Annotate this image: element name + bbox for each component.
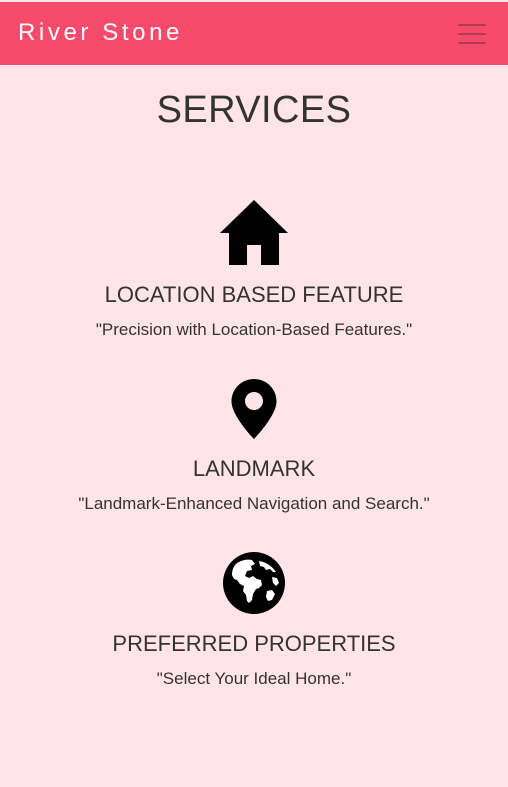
navbar: River Stone	[0, 2, 508, 65]
service-item-landmark: LANDMARK "Landmark-Enhanced Navigation a…	[0, 378, 508, 514]
service-description: "Landmark-Enhanced Navigation and Search…	[78, 494, 430, 513]
hamburger-menu-icon[interactable]	[458, 22, 488, 46]
service-item-location: LOCATION BASED FEATURE "Precision with L…	[0, 200, 508, 340]
map-pin-icon	[231, 379, 277, 439]
page-title: SERVICES	[156, 89, 352, 131]
service-title: PREFERRED PROPERTIES	[112, 631, 396, 656]
menu-bar-line	[458, 32, 486, 35]
menu-bar-line	[458, 23, 486, 26]
service-item-preferred: PREFERRED PROPERTIES "Select Your Ideal …	[0, 551, 508, 689]
service-description: "Select Your Ideal Home."	[156, 669, 352, 688]
brand-logo-link[interactable]: River Stone	[18, 19, 183, 47]
service-title: LOCATION BASED FEATURE	[104, 282, 404, 307]
service-description: "Precision with Location-Based Features.…	[95, 320, 413, 339]
service-title: LANDMARK	[192, 456, 316, 481]
globe-americas-icon	[223, 552, 285, 614]
menu-bar-line	[458, 41, 486, 44]
house-icon	[220, 200, 288, 265]
